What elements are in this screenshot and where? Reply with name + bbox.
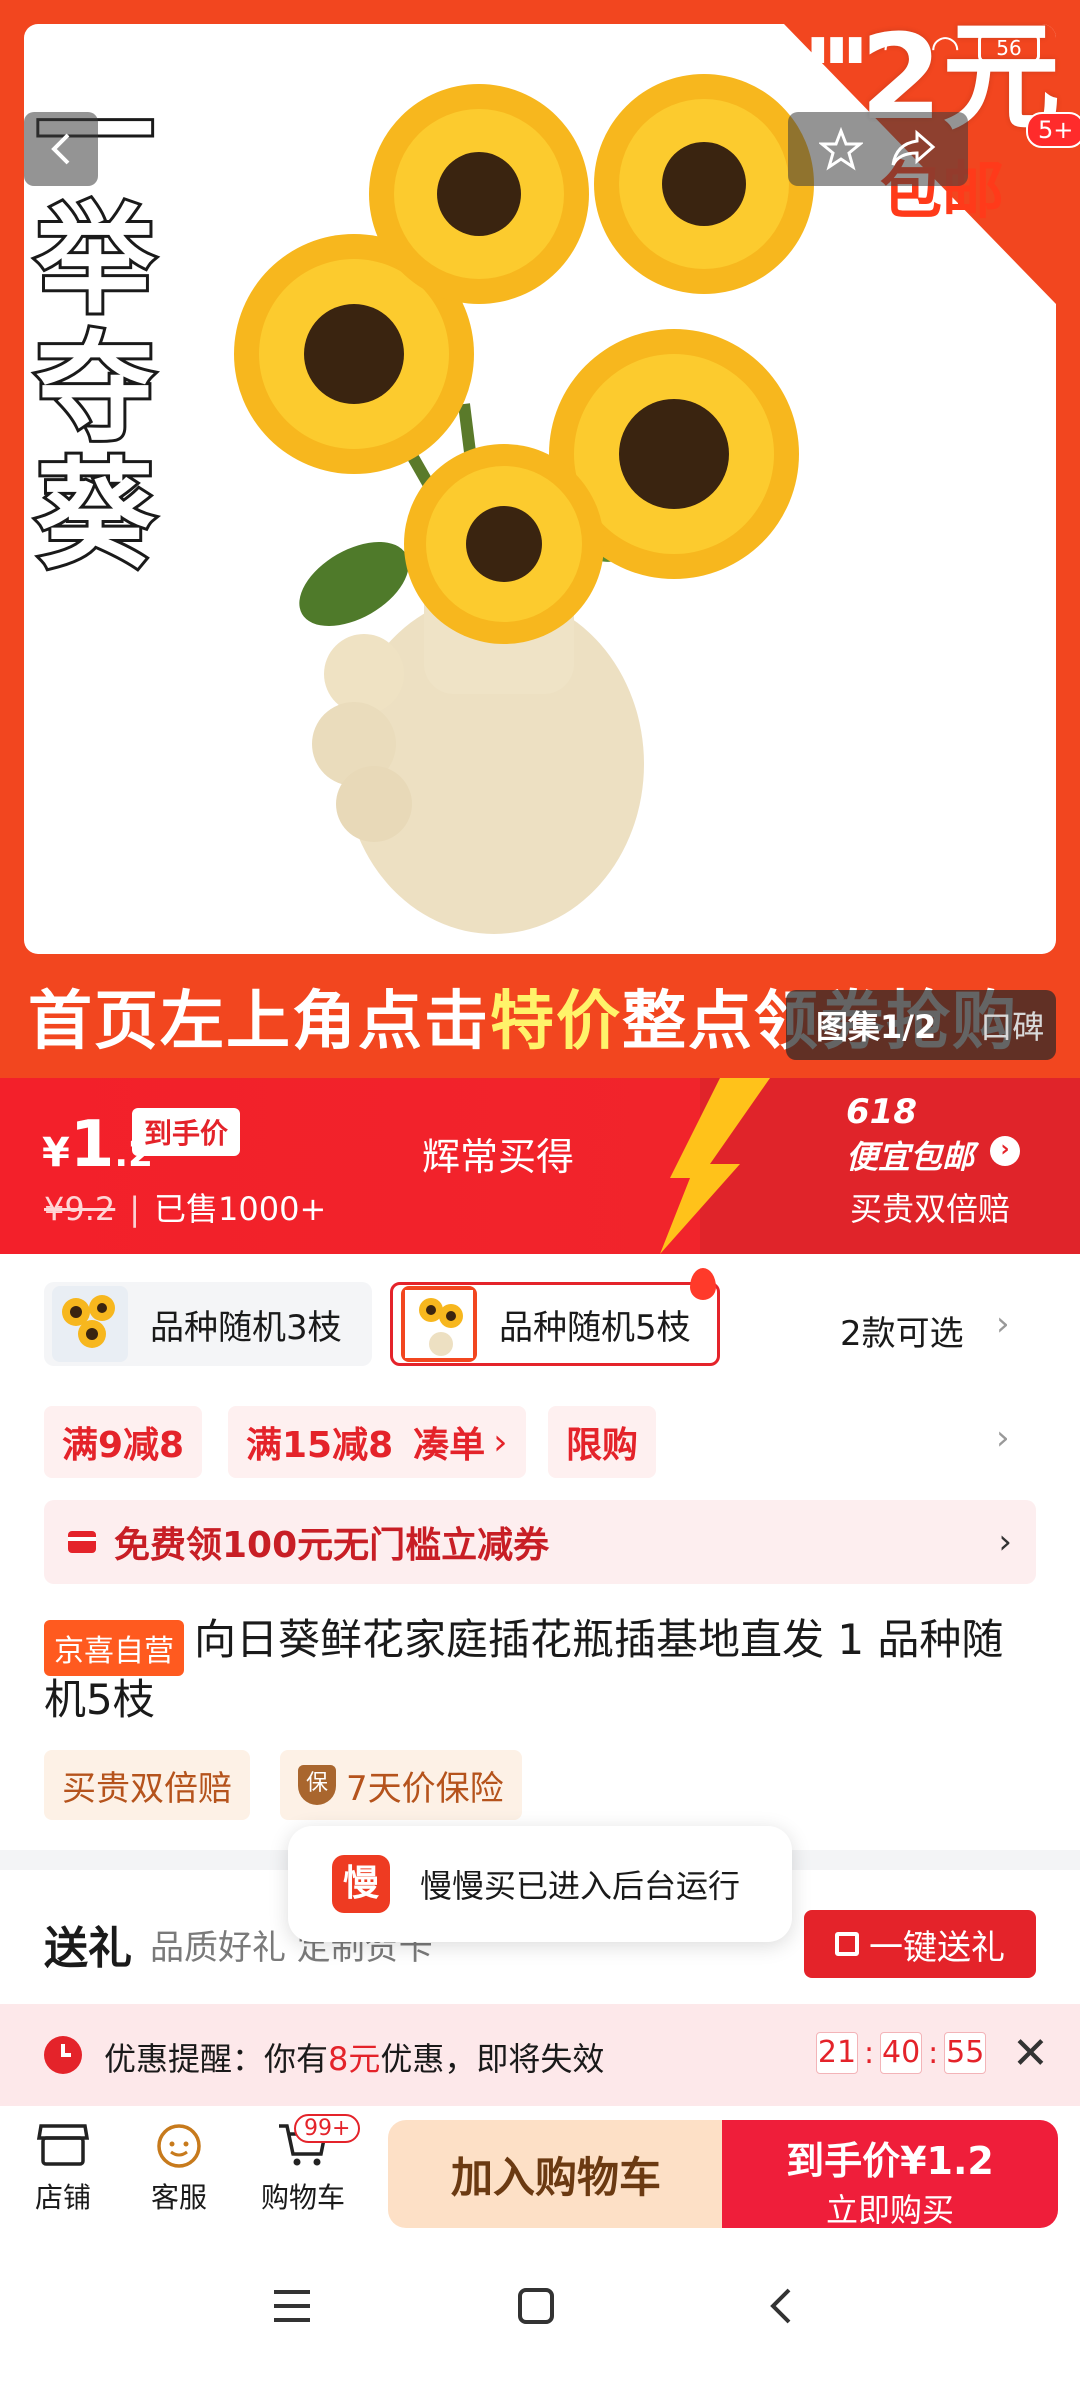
hot-flame-icon (690, 1268, 716, 1300)
toast-message: 慢慢买已进入后台运行 (420, 1867, 741, 1905)
sku-option-label: 品种随机3枝 (150, 1307, 342, 1348)
home-nav-button[interactable] (506, 2276, 566, 2336)
buy-now-button[interactable]: 到手价¥1.2 立即购买 (722, 2120, 1058, 2229)
gallery-tab-images[interactable]: 图集1/2 (816, 1002, 936, 1048)
reminder-text: 优惠提醒：你有8元优惠，即将失效 (104, 2040, 605, 2078)
coupon-icon (68, 1531, 96, 1553)
chevron-right-icon[interactable]: › (990, 1136, 1020, 1166)
sunflower-5 (404, 444, 604, 644)
status-bar: 凌晨2:19 | 1.9K/s ✱ ▮▮▮ ◠ ◠ 56 (0, 0, 1080, 96)
wifi2-icon: ◠ (930, 28, 960, 68)
close-icon[interactable]: ✕ (1012, 2028, 1049, 2079)
menu-icon (274, 2290, 310, 2322)
service-price-guarantee[interactable]: 买贵双倍赔 (44, 1750, 250, 1820)
service-icon (157, 2124, 201, 2168)
star-icon[interactable] (819, 127, 863, 171)
countdown-timer: 21 : 40 : 55 (816, 2032, 987, 2074)
bluetooth-icon: ✱ (762, 28, 791, 68)
gallery-tab-reviews[interactable]: 口碑 (980, 1002, 1044, 1048)
original-price-line: ¥9.2 | 已售1000+ (44, 1190, 327, 1228)
gift-title: 送礼 (44, 1923, 132, 1974)
price-bar: ¥1.2 到手价 ¥9.2|已售1000+ 辉常买得 618 便宜包邮 › 买贵… (0, 1078, 1080, 1254)
back-button[interactable] (24, 112, 98, 186)
background-toast: 慢 慢慢买已进入后台运行 (288, 1826, 792, 1942)
sku-count-link[interactable]: 2款可选 (840, 1306, 964, 1355)
clock-icon (44, 2036, 82, 2074)
gallery-switcher[interactable]: 图集1/2 口碑 (786, 990, 1056, 1060)
message-badge[interactable]: 5+ (1026, 112, 1080, 148)
store-tag: 京喜自营 (44, 1620, 184, 1676)
back-nav-button[interactable] (752, 2276, 812, 2336)
menu-nav-button[interactable] (262, 2276, 322, 2336)
back-icon (51, 133, 70, 165)
chevron-right-icon[interactable]: › (996, 1304, 1010, 1344)
sold-count: 已售1000+ (154, 1190, 327, 1228)
cheap-shipping-link[interactable]: 便宜包邮 (846, 1132, 974, 1178)
countdown-seconds: 55 (944, 2032, 987, 2074)
price-guarantee[interactable]: 买贵双倍赔 (850, 1184, 1010, 1230)
top-action-group (788, 112, 968, 186)
service-price-protection[interactable]: 保 7天价保险 (280, 1750, 522, 1820)
cart-count-badge: 99+ (294, 2114, 361, 2143)
sunflower-2 (369, 84, 589, 304)
signal-icon: ▮▮▮ (808, 28, 865, 68)
discount-reminder: 优惠提醒：你有8元优惠，即将失效 21 : 40 : 55 ✕ (0, 2004, 1080, 2106)
store-button[interactable]: 店铺 (18, 2120, 108, 2216)
sku-thumbnail (52, 1286, 128, 1362)
final-price-badge: 到手价 (132, 1108, 241, 1156)
countdown-minutes: 40 (880, 2032, 923, 2074)
promo-tag-limit[interactable]: 限购 (548, 1406, 657, 1478)
bottom-action-bar: 店铺 客服 购物车 99+ 加入购物车 到手价¥1.2 立即购买 (0, 2106, 1080, 2236)
event-618[interactable]: 618 (846, 1092, 917, 1132)
sku-option-3[interactable]: 品种随机3枝 (44, 1282, 372, 1366)
customer-service-button[interactable]: 客服 (134, 2120, 224, 2216)
status-icons: ✱ ▮▮▮ ◠ ◠ 56 (762, 28, 1040, 68)
gift-icon (835, 1932, 859, 1956)
sku-option-label: 品种随机5枝 (499, 1307, 691, 1348)
price-slogan: 辉常买得 (422, 1135, 575, 1179)
sunflower-3 (594, 74, 814, 294)
countdown-hours: 21 (816, 2032, 858, 2074)
promo-tag-15-8[interactable]: 满15减8 凑单 › (228, 1406, 526, 1478)
home-icon (518, 2288, 554, 2324)
wifi-icon: ◠ (882, 28, 913, 68)
status-time: 凌晨2:19 | 1.9K/s (54, 34, 337, 74)
sku-option-5-selected[interactable]: 品种随机5枝 (390, 1282, 720, 1366)
coupon-text: 免费领100元无门槛立减券 (114, 1525, 550, 1566)
send-gift-button[interactable]: 一键送礼 (804, 1910, 1036, 1978)
battery-icon: 56 (978, 33, 1040, 63)
add-to-cart-button[interactable]: 加入购物车 (388, 2120, 724, 2228)
lightning-icon (660, 1078, 770, 1254)
sku-selector: 品种随机3枝 品种随机5枝 2款可选 › (0, 1268, 1080, 1380)
sku-thumbnail (401, 1286, 477, 1362)
product-title: 向日葵鲜花家庭插花瓶插基地直发 1 品种随机5枝 (44, 1615, 1004, 1724)
shield-icon: 保 (298, 1765, 336, 1805)
original-price: ¥9.2 (44, 1190, 116, 1228)
coupon-bar[interactable]: 免费领100元无门槛立减券 › (44, 1500, 1036, 1584)
app-logo-icon: 慢 (332, 1855, 390, 1913)
chevron-right-icon: › (998, 1522, 1012, 1562)
chevron-right-icon[interactable]: › (996, 1418, 1010, 1458)
system-navigation-bar (0, 2236, 1080, 2400)
back-icon (770, 2288, 791, 2324)
add-on-link: 凑单 (413, 1425, 486, 1466)
promo-tag-9-8[interactable]: 满9减8 (44, 1406, 203, 1478)
share-icon[interactable] (889, 127, 937, 171)
store-icon (36, 2124, 90, 2166)
